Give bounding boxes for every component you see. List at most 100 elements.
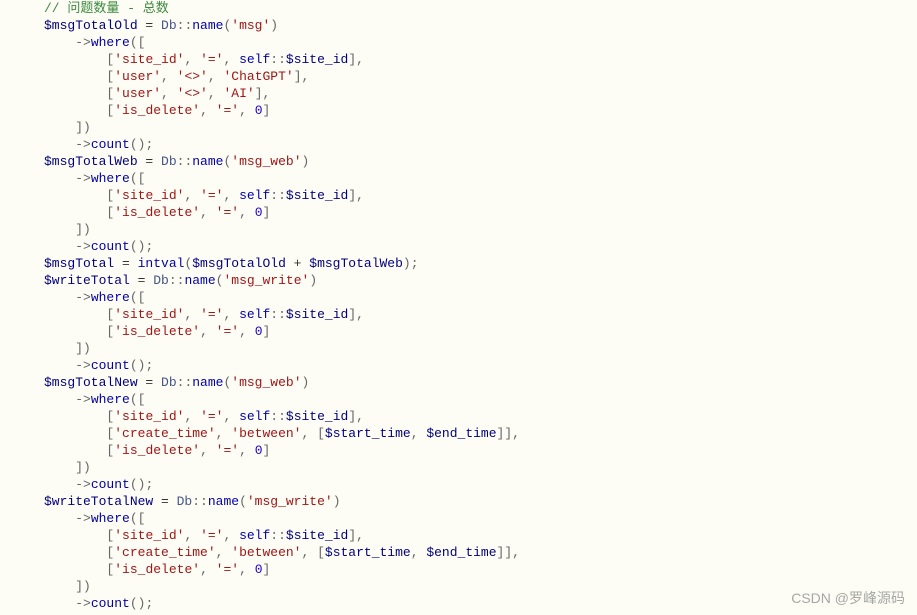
code-token: , bbox=[239, 205, 255, 220]
code-token: 'user' bbox=[114, 69, 161, 84]
code-line: ->count(); bbox=[44, 476, 917, 493]
code-token: ], bbox=[348, 307, 364, 322]
code-token: :: bbox=[270, 52, 286, 67]
code-token: -> bbox=[75, 171, 91, 186]
code-token: ) bbox=[302, 154, 310, 169]
code-token: name bbox=[192, 375, 223, 390]
code-line: ->where([ bbox=[44, 289, 917, 306]
code-token: :: bbox=[177, 18, 193, 33]
code-token: $site_id bbox=[286, 307, 348, 322]
code-token: -> bbox=[75, 596, 91, 611]
code-token: , bbox=[208, 69, 224, 84]
code-token: ]], bbox=[497, 545, 520, 560]
code-token: 'site_id' bbox=[114, 52, 184, 67]
code-token: , bbox=[239, 103, 255, 118]
code-token: $writeTotalNew bbox=[44, 494, 153, 509]
code-token: count bbox=[91, 358, 130, 373]
code-token: self bbox=[239, 409, 270, 424]
code-token: , bbox=[161, 86, 177, 101]
code-token: ([ bbox=[130, 171, 146, 186]
code-token: , bbox=[184, 409, 200, 424]
code-token: , bbox=[200, 324, 216, 339]
code-token: 'user' bbox=[114, 86, 161, 101]
code-token: '=' bbox=[200, 528, 223, 543]
code-token: '<>' bbox=[177, 69, 208, 84]
code-token: , bbox=[184, 307, 200, 322]
code-line: $msgTotal = intval($msgTotalOld + $msgTo… bbox=[44, 255, 917, 272]
code-token: where bbox=[91, 392, 130, 407]
code-token: ]) bbox=[75, 341, 91, 356]
code-token: 'site_id' bbox=[114, 528, 184, 543]
code-line: ->where([ bbox=[44, 170, 917, 187]
code-token: ) bbox=[333, 494, 341, 509]
code-token: , bbox=[200, 562, 216, 577]
code-token: , bbox=[223, 528, 239, 543]
code-token: ]) bbox=[75, 222, 91, 237]
code-token: -> bbox=[75, 358, 91, 373]
code-token: ], bbox=[348, 409, 364, 424]
code-token: 'is_delete' bbox=[114, 443, 200, 458]
code-line: ['is_delete', '=', 0] bbox=[44, 102, 917, 119]
code-token: $msgTotalOld bbox=[44, 18, 138, 33]
code-token: -> bbox=[75, 137, 91, 152]
code-token: , bbox=[184, 188, 200, 203]
code-token: self bbox=[239, 307, 270, 322]
code-token: 'is_delete' bbox=[114, 562, 200, 577]
code-token: ], bbox=[348, 188, 364, 203]
code-token: (); bbox=[130, 137, 153, 152]
code-token: '=' bbox=[216, 443, 239, 458]
code-line: ['site_id', '=', self::$site_id], bbox=[44, 306, 917, 323]
code-token: '=' bbox=[200, 52, 223, 67]
code-token: , bbox=[208, 86, 224, 101]
code-line: ]) bbox=[44, 221, 917, 238]
code-token: , bbox=[200, 443, 216, 458]
code-line: $msgTotalOld = Db::name('msg') bbox=[44, 17, 917, 34]
code-token: ] bbox=[263, 324, 271, 339]
code-token: '=' bbox=[200, 409, 223, 424]
code-token: -> bbox=[75, 511, 91, 526]
code-line: ->count(); bbox=[44, 136, 917, 153]
code-token: + bbox=[286, 256, 309, 271]
code-token: -> bbox=[75, 290, 91, 305]
code-token: = bbox=[138, 18, 161, 33]
code-line: ->count(); bbox=[44, 238, 917, 255]
code-token: = bbox=[153, 494, 176, 509]
code-token: ( bbox=[239, 494, 247, 509]
code-token: , bbox=[239, 443, 255, 458]
code-token: 'between' bbox=[231, 545, 301, 560]
code-token: , bbox=[184, 528, 200, 543]
code-token: -> bbox=[75, 477, 91, 492]
code-line: ['is_delete', '=', 0] bbox=[44, 204, 917, 221]
code-token: where bbox=[91, 35, 130, 50]
code-token: ) bbox=[270, 18, 278, 33]
code-line: ['user', '<>', 'ChatGPT'], bbox=[44, 68, 917, 85]
code-line: ['user', '<>', 'AI'], bbox=[44, 85, 917, 102]
code-token: ([ bbox=[130, 290, 146, 305]
code-line: $msgTotalWeb = Db::name('msg_web') bbox=[44, 153, 917, 170]
code-token: 'ChatGPT' bbox=[223, 69, 293, 84]
code-token: 'create_time' bbox=[114, 545, 215, 560]
code-token: 0 bbox=[255, 103, 263, 118]
code-token: , bbox=[411, 426, 427, 441]
code-line: ]) bbox=[44, 459, 917, 476]
code-token: 'msg_web' bbox=[231, 154, 301, 169]
code-token: name bbox=[192, 18, 223, 33]
code-token: :: bbox=[177, 154, 193, 169]
code-token: name bbox=[192, 154, 223, 169]
code-token: ], bbox=[348, 528, 364, 543]
code-line: ['site_id', '=', self::$site_id], bbox=[44, 527, 917, 544]
code-token: intval bbox=[138, 256, 185, 271]
code-token: 'msg_web' bbox=[231, 375, 301, 390]
code-token: ] bbox=[263, 205, 271, 220]
code-token: ]) bbox=[75, 579, 91, 594]
code-token: where bbox=[91, 511, 130, 526]
code-line: $msgTotalNew = Db::name('msg_web') bbox=[44, 374, 917, 391]
code-token: , bbox=[411, 545, 427, 560]
code-token: ) bbox=[302, 375, 310, 390]
code-token: ) bbox=[309, 273, 317, 288]
code-token: count bbox=[91, 239, 130, 254]
code-token: = bbox=[138, 375, 161, 390]
code-token: = bbox=[138, 154, 161, 169]
code-token: (); bbox=[130, 358, 153, 373]
code-token: , bbox=[216, 545, 232, 560]
